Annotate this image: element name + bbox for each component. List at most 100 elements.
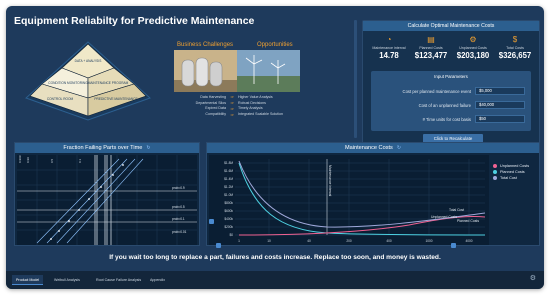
- y-tick-label: $1.6M: [224, 169, 233, 173]
- legend-item[interactable]: Total Cost: [493, 175, 529, 181]
- curve-annotation: Planned Costs: [457, 219, 479, 223]
- list-item: Compatibility ⇒ Integrated Scalable Solu…: [174, 111, 309, 117]
- cost-legend: Unplanned Costs Planned Costs Total Cost: [493, 163, 529, 181]
- cost-panel-header: Calculate Optimal Maintenance Costs: [363, 21, 539, 31]
- y-tick-label: 0.99: [26, 157, 30, 163]
- pyramid-label: CONDITION MONITORING: [48, 81, 88, 85]
- right-chart-header: Maintenance Costs ↻: [207, 143, 539, 153]
- y-tick-label: $1.8M: [224, 161, 233, 165]
- total-cost-icon: $: [512, 35, 518, 44]
- y-tick-label: $600k: [224, 209, 233, 213]
- kpi-label: Total Costs: [506, 46, 524, 50]
- unplanned-costs-swatch: [493, 164, 497, 168]
- page-title: Equipment Reliabilty for Predictive Main…: [14, 15, 255, 27]
- tab-appendix[interactable]: Appendix: [146, 275, 169, 285]
- kpi-total-costs: $ Total Costs $326,657: [493, 35, 537, 60]
- kpi-maintenance-interval: ◔ Maintenance interval 14.78: [367, 35, 411, 60]
- marker-label: prob=0.5: [172, 205, 185, 209]
- opportunity-label: Timely Analysis: [238, 106, 263, 111]
- gear-icon[interactable]: ⚙: [530, 274, 536, 282]
- refresh-icon[interactable]: ↻: [397, 145, 401, 151]
- kpi-label: Maintenance interval: [372, 46, 406, 50]
- param-label: Cost per planned maintenance event: [402, 89, 471, 94]
- arrow-right-icon: ⇒: [230, 105, 234, 111]
- kpi-unplanned-costs: ⚙ Unplanned Costs $203,180: [451, 35, 495, 60]
- y-tick-label: $0: [229, 233, 233, 237]
- x-tick-label: 1000: [425, 239, 432, 243]
- y-tick-label: $200k: [224, 225, 233, 229]
- unplanned-costs-icon: ⚙: [469, 35, 477, 44]
- maintenance-pyramid: DATA + ANALYSIS CONDITION MONITORING MAI…: [25, 41, 151, 121]
- legend-label: Unplanned Costs: [500, 164, 530, 168]
- left-chart-title: Fraction Failing Parts over Time: [63, 145, 143, 151]
- opportunity-label: Integrated Scalable Solution: [238, 112, 283, 117]
- slider-handle-left[interactable]: [209, 219, 214, 224]
- insight-caption: If you wait too long to replace a part, …: [109, 254, 441, 261]
- legend-label: Planned Costs: [500, 170, 525, 174]
- pyramid-label: DATA + ANALYSIS: [75, 59, 102, 63]
- time-units-input[interactable]: $50: [475, 115, 525, 123]
- section-divider: [354, 20, 357, 138]
- marker-label: prob=0.9: [172, 186, 185, 190]
- right-chart-title: Maintenance Costs: [344, 145, 393, 151]
- slider-handle-bottom[interactable]: [216, 243, 221, 248]
- curve-annotation: Maintenance interval: [328, 165, 332, 197]
- y-tick-label: 0.5: [50, 158, 54, 163]
- refresh-icon[interactable]: ↻: [146, 145, 150, 151]
- kpi-label: Planned Costs: [419, 46, 443, 50]
- left-chart-header: Fraction Failing Parts over Time ↻: [15, 143, 199, 153]
- challenge-label: Compatibility: [205, 112, 226, 117]
- arrow-right-icon: ⇒: [230, 94, 234, 100]
- unplanned-cost-input[interactable]: $40,000: [475, 101, 525, 109]
- kpi-value: $203,180: [456, 51, 490, 60]
- tab-root-cause[interactable]: Root Cause Failure Analysis: [92, 275, 145, 285]
- param-label: # Time units for cost basis: [422, 117, 471, 122]
- x-tick-label: 40: [307, 239, 311, 243]
- param-row: # Time units for cost basis $50: [371, 115, 531, 124]
- arrow-right-icon: ⇒: [230, 100, 234, 106]
- page-tabs: Product Model Weibull Analysis Root Caus…: [6, 271, 544, 289]
- curve-annotation: Total Cost: [449, 208, 464, 212]
- maintenance-costs-panel: Maintenance Costs ↻ Total Cost Unplanned …: [206, 142, 540, 246]
- challenges-title: Business Challenges: [177, 42, 234, 48]
- kpi-value: $123,477: [414, 51, 448, 60]
- report-canvas: Equipment Reliabilty for Predictive Main…: [6, 6, 544, 289]
- marker-label: prob=0.1: [172, 217, 185, 221]
- challenge-label: Expired Data: [205, 106, 226, 111]
- tab-product-model[interactable]: Product Model: [12, 275, 44, 285]
- opportunity-label: Higher Value Analysis: [238, 94, 273, 99]
- challenge-label: Departmental Silos: [195, 100, 226, 105]
- param-row: Cost of an unplanned failure $40,000: [371, 101, 531, 110]
- cost-calculator-panel: Calculate Optimal Maintenance Costs ◔ Ma…: [362, 20, 540, 147]
- curve-annotation: Unplanned Costs: [431, 215, 457, 219]
- x-tick-label: 1: [238, 239, 240, 243]
- y-tick-label: $1.2M: [224, 185, 233, 189]
- pyramid-label: MAINTENANCE PROGRAM: [88, 81, 129, 85]
- planned-cost-input[interactable]: $5,000: [475, 87, 525, 95]
- pyramid-label: PREDICTIVE MAINTENANCE: [94, 97, 137, 101]
- marker-label: prob=0.01: [172, 230, 187, 234]
- params-header: Input Parameters: [434, 74, 468, 79]
- weibull-plot: prob=0.9 prob=0.5 prob=0.1 prob=0.01 0.9…: [17, 155, 197, 245]
- opportunities-title: Opportunities: [257, 42, 293, 48]
- x-tick-label: 10: [267, 239, 271, 243]
- y-tick-label: $800k: [224, 201, 233, 205]
- tab-weibull-analysis[interactable]: Weibull Analysis: [50, 275, 84, 285]
- industrial-landscape-image: [174, 50, 300, 92]
- opportunity-label: Robust Decisions: [238, 100, 266, 105]
- kpi-value: $326,657: [498, 51, 532, 60]
- challenges-list: Data Harvesting ⇒ Higher Value Analysis …: [174, 94, 309, 117]
- fraction-failing-panel: Fraction Failing Parts over Time ↻ prob=…: [14, 142, 200, 246]
- x-tick-label: 200: [346, 239, 352, 243]
- arrow-right-icon: ⇒: [230, 111, 234, 117]
- y-tick-label: $1.4M: [224, 177, 233, 181]
- y-tick-label: $400k: [224, 217, 233, 221]
- legend-label: Total Cost: [500, 176, 517, 180]
- y-tick-label: 0.1: [78, 158, 82, 163]
- total-cost-swatch: [493, 176, 497, 180]
- y-tick-label: 0.999: [18, 155, 22, 163]
- slider-handle-right[interactable]: [451, 243, 456, 248]
- input-parameters: Input Parameters Cost per planned mainte…: [371, 71, 531, 131]
- kpi-value: 14.78: [379, 51, 399, 60]
- planned-costs-swatch: [493, 170, 497, 174]
